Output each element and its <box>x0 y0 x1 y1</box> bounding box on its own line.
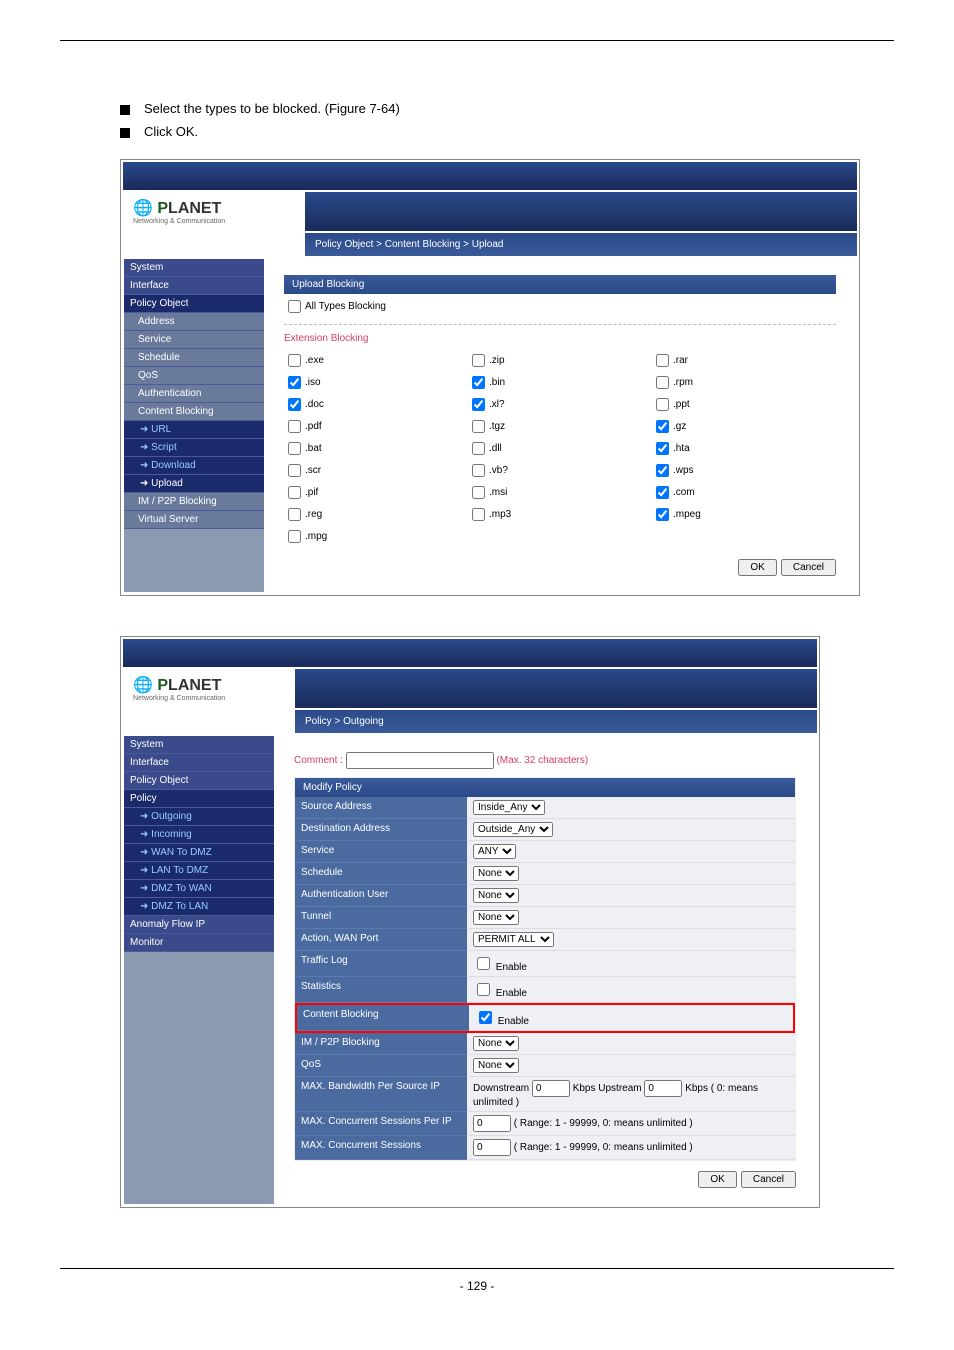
nav-upload[interactable]: ➜ Upload <box>124 475 264 493</box>
nav-qos[interactable]: QoS <box>124 367 264 385</box>
tun-select[interactable]: None <box>473 910 519 925</box>
nav2-ltd[interactable]: ➜ LAN To DMZ <box>124 862 274 880</box>
cb-bin[interactable] <box>472 376 485 389</box>
cb-pif[interactable] <box>288 486 301 499</box>
cb-reg[interactable] <box>288 508 301 521</box>
svc-select[interactable]: ANY <box>473 844 516 859</box>
cb-mpeg[interactable] <box>656 508 669 521</box>
nav2-outgoing[interactable]: ➜ Outgoing <box>124 808 274 826</box>
nav2-dtl[interactable]: ➜ DMZ To LAN <box>124 898 274 916</box>
cb-enable[interactable] <box>479 1011 492 1024</box>
cb-pdf[interactable] <box>288 420 301 433</box>
nav2-incoming[interactable]: ➜ Incoming <box>124 826 274 844</box>
nav-vs[interactable]: Virtual Server <box>124 511 264 529</box>
cb-zip[interactable] <box>472 354 485 367</box>
cb-ppt[interactable] <box>656 398 669 411</box>
breadcrumb: Policy Object > Content Blocking > Uploa… <box>305 233 857 256</box>
cb-tgz[interactable] <box>472 420 485 433</box>
ext-header: Extension Blocking <box>284 333 836 344</box>
au-select[interactable]: None <box>473 888 519 903</box>
nav-content-blocking[interactable]: Content Blocking <box>124 403 264 421</box>
nav2-system[interactable]: System <box>124 736 274 754</box>
cb-msi[interactable] <box>472 486 485 499</box>
cb-mpg[interactable] <box>288 530 301 543</box>
nav2-anomaly[interactable]: Anomaly Flow IP <box>124 916 274 934</box>
step-1: Select the types to be blocked. (Figure … <box>120 101 894 116</box>
cb-mp3[interactable] <box>472 508 485 521</box>
cb-gz[interactable] <box>656 420 669 433</box>
nav-system[interactable]: System <box>124 259 264 277</box>
nav-download[interactable]: ➜ Download <box>124 457 264 475</box>
logo: 🌐 PLANETNetworking & Communication <box>123 192 303 231</box>
form-title: Modify Policy <box>295 778 795 797</box>
nav-service[interactable]: Service <box>124 331 264 349</box>
sidebar: System Interface Policy Object Address S… <box>124 259 264 592</box>
ds-input[interactable] <box>532 1080 570 1097</box>
cb-exe[interactable] <box>288 354 301 367</box>
stat-cb[interactable] <box>477 983 490 996</box>
sch-select[interactable]: None <box>473 866 519 881</box>
cb-rpm[interactable] <box>656 376 669 389</box>
ok-button[interactable]: OK <box>738 559 776 576</box>
dst-select[interactable]: Outside_Any <box>473 822 553 837</box>
logo: 🌐 PLANETNetworking & Communication <box>123 669 293 708</box>
ok-button-2[interactable]: OK <box>698 1171 736 1188</box>
cb-doc[interactable] <box>288 398 301 411</box>
nav-schedule[interactable]: Schedule <box>124 349 264 367</box>
us-input[interactable] <box>644 1080 682 1097</box>
cb-bat[interactable] <box>288 442 301 455</box>
cb-iso[interactable] <box>288 376 301 389</box>
cb-dll[interactable] <box>472 442 485 455</box>
src-select[interactable]: Inside_Any <box>473 800 545 815</box>
breadcrumb-2: Policy > Outgoing <box>295 710 817 733</box>
cb-wps[interactable] <box>656 464 669 477</box>
cancel-button[interactable]: Cancel <box>781 559 836 576</box>
section-title: Upload Blocking <box>284 275 836 294</box>
step-2: Click OK. <box>120 124 894 139</box>
nav2-monitor[interactable]: Monitor <box>124 934 274 952</box>
qos-select[interactable]: None <box>473 1058 519 1073</box>
cb-xl[interactable] <box>472 398 485 411</box>
nav2-policy[interactable]: Policy <box>124 790 274 808</box>
nav2-wtd[interactable]: ➜ WAN To DMZ <box>124 844 274 862</box>
nav-policy-object[interactable]: Policy Object <box>124 295 264 313</box>
nav-interface[interactable]: Interface <box>124 277 264 295</box>
nav-address[interactable]: Address <box>124 313 264 331</box>
nav2-dtw[interactable]: ➜ DMZ To WAN <box>124 880 274 898</box>
nav-auth[interactable]: Authentication <box>124 385 264 403</box>
cs-input[interactable] <box>473 1115 511 1132</box>
nav2-policy-object[interactable]: Policy Object <box>124 772 274 790</box>
page-number: - 129 - <box>60 1279 894 1293</box>
sidebar-2: System Interface Policy Object Policy ➜ … <box>124 736 274 1204</box>
im-select[interactable]: None <box>473 1036 519 1051</box>
act-select[interactable]: PERMIT ALL <box>473 932 554 947</box>
nav-im[interactable]: IM / P2P Blocking <box>124 493 264 511</box>
nav2-interface[interactable]: Interface <box>124 754 274 772</box>
mcs-input[interactable] <box>473 1139 511 1156</box>
cb-vb[interactable] <box>472 464 485 477</box>
cb-com[interactable] <box>656 486 669 499</box>
cancel-button-2[interactable]: Cancel <box>741 1171 796 1188</box>
tlog-cb[interactable] <box>477 957 490 970</box>
cb-all[interactable] <box>288 300 301 313</box>
cb-rar[interactable] <box>656 354 669 367</box>
cb-hta[interactable] <box>656 442 669 455</box>
nav-url[interactable]: ➜ URL <box>124 421 264 439</box>
comment-input[interactable] <box>346 752 494 769</box>
nav-script[interactable]: ➜ Script <box>124 439 264 457</box>
cb-scr[interactable] <box>288 464 301 477</box>
